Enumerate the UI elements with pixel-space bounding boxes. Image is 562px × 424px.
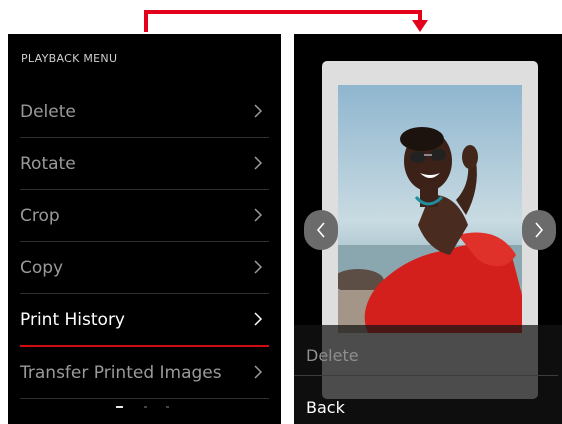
- back-button[interactable]: Back: [306, 398, 345, 417]
- page-dot-active: [116, 406, 123, 408]
- menu-item-label: Rotate: [20, 154, 76, 174]
- menu-item-label: Transfer Printed Images: [20, 363, 222, 383]
- chevron-right-icon: [254, 312, 263, 326]
- menu-list: Delete Rotate Crop Copy Print History Tr…: [8, 86, 281, 399]
- menu-item-rotate[interactable]: Rotate: [20, 138, 269, 190]
- chevron-right-icon: [254, 208, 263, 222]
- page-dot: [166, 406, 169, 408]
- menu-item-copy[interactable]: Copy: [20, 242, 269, 294]
- delete-option[interactable]: Delete: [306, 346, 359, 365]
- print-history-screen: Delete Back: [294, 34, 562, 424]
- divider: [294, 375, 558, 376]
- playback-menu-screen: PLAYBACK MENU Delete Rotate Crop Copy Pr…: [8, 34, 281, 424]
- page-dot: [144, 406, 147, 408]
- menu-item-print-history[interactable]: Print History: [20, 294, 269, 347]
- chevron-right-icon: [254, 365, 263, 379]
- page-indicator: [8, 404, 281, 410]
- next-image-button[interactable]: [522, 210, 556, 250]
- menu-item-crop[interactable]: Crop: [20, 190, 269, 242]
- menu-item-label: Copy: [20, 258, 64, 278]
- chevron-right-icon: [254, 104, 263, 118]
- menu-item-transfer-printed-images[interactable]: Transfer Printed Images: [20, 347, 269, 399]
- chevron-right-icon: [535, 222, 544, 238]
- menu-title: PLAYBACK MENU: [21, 52, 118, 65]
- photo-image: [338, 85, 522, 333]
- menu-item-label: Delete: [20, 102, 76, 122]
- chevron-left-icon: [316, 222, 325, 238]
- menu-item-label: Print History: [20, 310, 125, 330]
- menu-item-delete[interactable]: Delete: [20, 86, 269, 138]
- chevron-right-icon: [254, 156, 263, 170]
- menu-item-label: Crop: [20, 206, 60, 226]
- previous-image-button[interactable]: [304, 210, 338, 250]
- chevron-right-icon: [254, 260, 263, 274]
